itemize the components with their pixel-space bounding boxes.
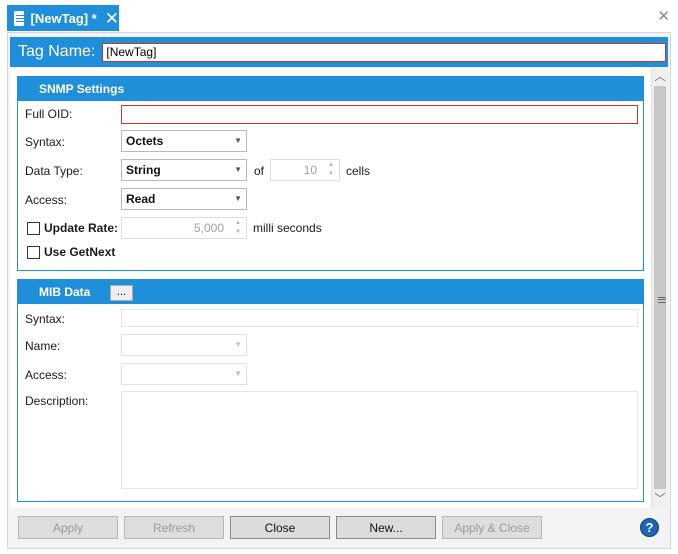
- data-type-value: String: [126, 163, 161, 177]
- data-type-select[interactable]: String ▼: [121, 159, 247, 181]
- mib-description-field: [121, 391, 638, 489]
- update-rate-checkbox[interactable]: [27, 222, 40, 235]
- close-button[interactable]: Close: [230, 516, 330, 539]
- full-oid-input[interactable]: [121, 105, 638, 124]
- cells-label: cells: [346, 164, 371, 178]
- spinner-icon[interactable]: ▲ ▼: [326, 161, 336, 179]
- mib-access-select[interactable]: ▼: [121, 363, 247, 385]
- cells-count-spinner[interactable]: 10 ▲ ▼: [270, 159, 340, 181]
- syntax-select[interactable]: Octets ▼: [121, 130, 247, 152]
- syntax-value: Octets: [126, 134, 164, 148]
- apply-button[interactable]: Apply: [18, 516, 118, 539]
- of-label: of: [254, 164, 265, 178]
- scroll-up-icon[interactable]: ︿: [652, 69, 668, 85]
- mib-syntax-label: Syntax:: [25, 312, 66, 326]
- use-getnext-checkbox[interactable]: [27, 246, 40, 259]
- spinner-icon[interactable]: ▲ ▼: [233, 219, 243, 237]
- chevron-down-icon: ▼: [234, 136, 242, 145]
- use-getnext-label: Use GetNext: [44, 245, 116, 259]
- tag-name-label: Tag Name:: [18, 43, 96, 60]
- data-type-label: Data Type:: [25, 164, 83, 178]
- update-rate-value: 5,000: [193, 221, 224, 235]
- cells-count-value: 10: [303, 163, 317, 177]
- mib-name-label: Name:: [25, 339, 61, 353]
- new-button[interactable]: New...: [336, 516, 436, 539]
- tab-close-icon[interactable]: ✕: [105, 10, 119, 27]
- document-icon: [14, 10, 24, 26]
- syntax-label: Syntax:: [25, 135, 66, 149]
- full-oid-label: Full OID:: [25, 107, 73, 121]
- scroll-thumb[interactable]: [654, 86, 666, 489]
- chevron-down-icon: ▼: [234, 369, 242, 378]
- scroll-down-icon[interactable]: ﹀: [652, 491, 668, 507]
- access-select[interactable]: Read ▼: [121, 188, 247, 210]
- update-rate-unit: milli seconds: [253, 221, 322, 235]
- apply-close-button[interactable]: Apply & Close: [442, 516, 542, 539]
- access-value: Read: [126, 192, 156, 206]
- tag-name-bar: Tag Name:: [10, 37, 668, 67]
- help-icon[interactable]: ?: [640, 518, 659, 537]
- chevron-down-icon: ▼: [234, 194, 242, 203]
- window-close-icon[interactable]: ✕: [657, 7, 670, 25]
- tab-newtag[interactable]: [NewTag] * ✕: [7, 5, 119, 31]
- update-rate-spinner[interactable]: 5,000 ▲ ▼: [121, 217, 247, 239]
- access-label: Access:: [25, 193, 68, 207]
- chevron-down-icon: ▼: [234, 340, 242, 349]
- update-rate-label: Update Rate:: [44, 221, 119, 235]
- tag-name-input[interactable]: [102, 42, 667, 62]
- mib-syntax-field: [121, 309, 638, 327]
- vertical-scrollbar[interactable]: ︿ ﹀: [651, 68, 668, 508]
- mib-description-label: Description:: [25, 394, 89, 408]
- tab-title: [NewTag] *: [30, 10, 97, 26]
- grip-icon: [658, 297, 666, 303]
- mib-browse-button[interactable]: ...: [110, 285, 133, 301]
- snmp-settings-header: SNMP Settings: [18, 77, 643, 101]
- chevron-down-icon: ▼: [234, 165, 242, 174]
- mib-name-select[interactable]: ▼: [121, 334, 247, 356]
- refresh-button[interactable]: Refresh: [124, 516, 224, 539]
- mib-access-label: Access:: [25, 368, 68, 382]
